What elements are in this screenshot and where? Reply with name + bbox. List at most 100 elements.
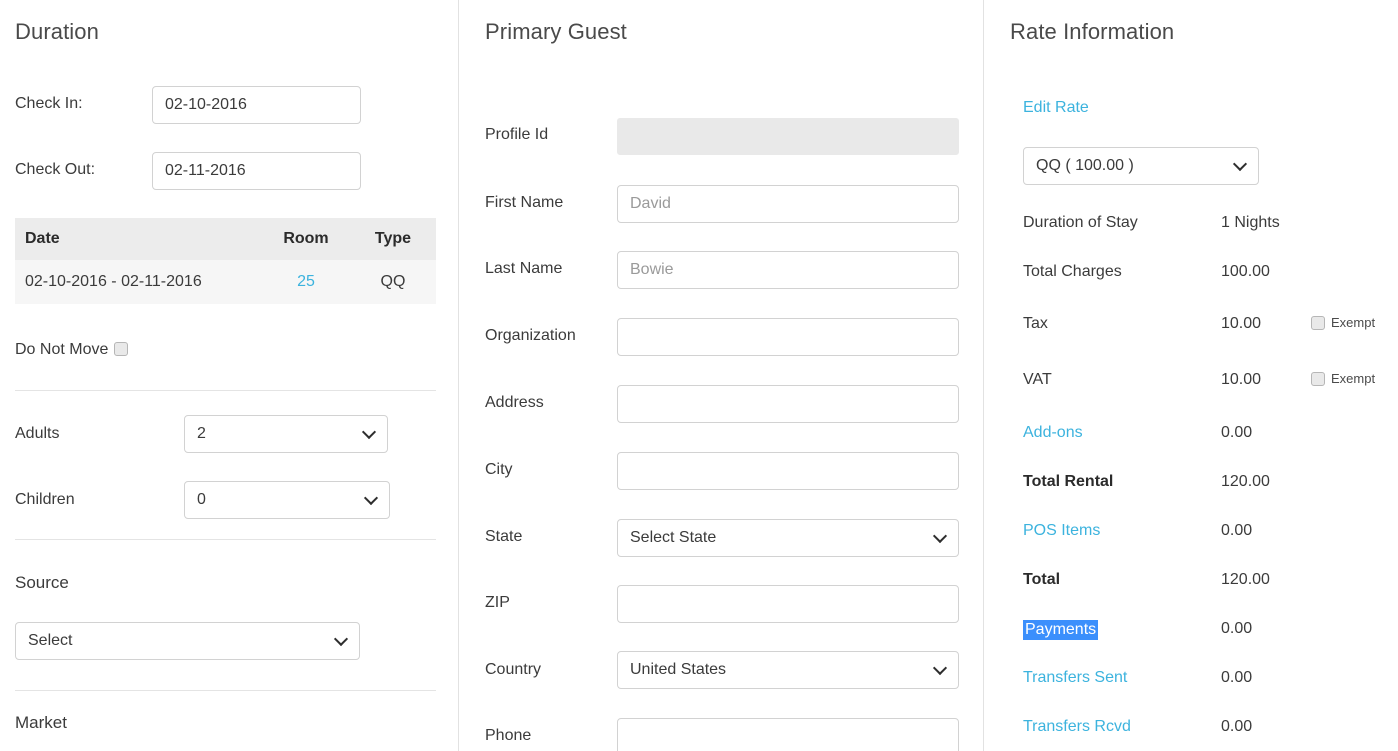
rate-select[interactable]: QQ ( 100.00 ) <box>1023 147 1259 185</box>
transfers-sent-value: 0.00 <box>1221 669 1253 686</box>
rate-row-add-ons: Add-ons 0.00 <box>1023 424 1398 448</box>
check-out-input[interactable] <box>152 152 361 190</box>
adults-label: Adults <box>15 425 60 442</box>
rate-row-transfers-rcvd: Transfers Rcvd 0.00 <box>1023 718 1398 742</box>
add-ons-label[interactable]: Add-ons <box>1023 424 1083 442</box>
room-table: Date Room Type 02-10-2016 - 02-11-2016 2… <box>15 218 436 304</box>
tax-label: Tax <box>1023 315 1048 332</box>
total-rental-label: Total Rental <box>1023 473 1114 490</box>
table-row: 02-10-2016 - 02-11-2016 25 QQ <box>15 260 436 304</box>
rate-information-panel: Rate Information Edit Rate QQ ( 100.00 )… <box>983 0 1398 751</box>
rate-row-tax: Tax 10.00 Exempt <box>1023 315 1398 339</box>
pos-items-label[interactable]: POS Items <box>1023 522 1100 540</box>
address-input[interactable] <box>617 385 959 423</box>
column-header-date: Date <box>15 218 262 260</box>
country-select[interactable]: United States <box>617 651 959 689</box>
profile-id-label: Profile Id <box>485 126 549 143</box>
city-label: City <box>485 461 513 478</box>
tax-exempt-label: Exempt <box>1331 315 1376 330</box>
duration-of-stay-label: Duration of Stay <box>1023 214 1138 231</box>
primary-guest-title: Primary Guest <box>485 19 627 44</box>
last-name-label: Last Name <box>485 260 563 277</box>
organization-input[interactable] <box>617 318 959 356</box>
zip-input[interactable] <box>617 585 959 623</box>
total-charges-label: Total Charges <box>1023 263 1122 280</box>
cell-type: QQ <box>350 260 436 304</box>
check-out-label: Check Out: <box>15 161 96 178</box>
state-select-wrapper: Select State <box>617 519 959 557</box>
adults-select-wrapper: 2 <box>184 415 388 453</box>
divider-2 <box>15 539 436 540</box>
rate-row-pos-items: POS Items 0.00 <box>1023 522 1398 546</box>
adults-select[interactable]: 2 <box>184 415 388 453</box>
check-in-label: Check In: <box>15 95 83 112</box>
first-name-input[interactable] <box>617 185 959 223</box>
payments-value: 0.00 <box>1221 620 1253 637</box>
country-label: Country <box>485 661 542 678</box>
add-ons-value: 0.00 <box>1221 424 1253 441</box>
vat-exempt-label: Exempt <box>1331 371 1376 386</box>
phone-label: Phone <box>485 727 532 744</box>
total-value: 120.00 <box>1221 571 1270 588</box>
room-number-link[interactable]: 25 <box>297 273 315 290</box>
divider-1 <box>15 390 436 391</box>
transfers-rcvd-value: 0.00 <box>1221 718 1253 735</box>
profile-id-field <box>617 118 959 155</box>
rate-row-vat: VAT 10.00 Exempt <box>1023 371 1398 395</box>
phone-input[interactable] <box>617 718 959 751</box>
total-rental-value: 120.00 <box>1221 473 1270 490</box>
cell-date: 02-10-2016 - 02-11-2016 <box>15 260 262 304</box>
rate-select-wrapper: QQ ( 100.00 ) <box>1023 147 1259 185</box>
rate-row-transfers-sent: Transfers Sent 0.00 <box>1023 669 1398 693</box>
last-name-input[interactable] <box>617 251 959 289</box>
state-select[interactable]: Select State <box>617 519 959 557</box>
total-label: Total <box>1023 571 1061 588</box>
column-header-type: Type <box>350 218 436 260</box>
pos-items-value: 0.00 <box>1221 522 1253 539</box>
vat-value: 10.00 <box>1221 371 1262 388</box>
tax-value: 10.00 <box>1221 315 1262 332</box>
cell-room: 25 <box>262 260 350 304</box>
state-label: State <box>485 528 523 545</box>
children-label: Children <box>15 491 75 508</box>
tax-exempt-group: Exempt <box>1311 315 1375 331</box>
divider-3 <box>15 690 436 691</box>
vat-exempt-checkbox[interactable] <box>1311 371 1325 386</box>
rate-row-duration-of-stay: Duration of Stay 1 Nights <box>1023 214 1398 238</box>
first-name-label: First Name <box>485 194 564 211</box>
reservation-form-page: Duration Check In: Check Out: Date Room … <box>0 0 1398 751</box>
duration-of-stay-value: 1 Nights <box>1221 214 1280 231</box>
city-input[interactable] <box>617 452 959 490</box>
table-header-row: Date Room Type <box>15 218 436 260</box>
payments-label[interactable]: Payments <box>1023 620 1099 640</box>
do-not-move-label: Do Not Move <box>15 341 109 358</box>
do-not-move-checkbox[interactable] <box>114 341 129 356</box>
children-select-wrapper: 0 <box>184 481 390 519</box>
duration-title: Duration <box>15 19 99 44</box>
rate-row-payments: Payments 0.00 <box>1023 620 1398 644</box>
source-select-wrapper: Select <box>15 622 360 660</box>
organization-label: Organization <box>485 327 576 344</box>
do-not-move-group: Do Not Move <box>15 341 129 359</box>
rate-row-total-rental: Total Rental 120.00 <box>1023 473 1398 497</box>
children-select[interactable]: 0 <box>184 481 390 519</box>
country-select-wrapper: United States <box>617 651 959 689</box>
check-in-input[interactable] <box>152 86 361 124</box>
edit-rate-link[interactable]: Edit Rate <box>1023 99 1089 117</box>
column-header-room: Room <box>262 218 350 260</box>
duration-panel: Duration Check In: Check Out: Date Room … <box>0 0 458 751</box>
vat-exempt-group: Exempt <box>1311 371 1375 387</box>
rate-row-total-charges: Total Charges 100.00 <box>1023 263 1398 287</box>
address-label: Address <box>485 394 544 411</box>
source-select[interactable]: Select <box>15 622 360 660</box>
rate-information-title: Rate Information <box>1010 19 1175 44</box>
transfers-sent-label[interactable]: Transfers Sent <box>1023 669 1127 687</box>
market-label: Market <box>15 713 67 732</box>
vat-label: VAT <box>1023 371 1052 388</box>
total-charges-value: 100.00 <box>1221 263 1270 280</box>
transfers-rcvd-label[interactable]: Transfers Rcvd <box>1023 718 1131 736</box>
tax-exempt-checkbox[interactable] <box>1311 315 1325 330</box>
primary-guest-panel: Primary Guest Profile Id First Name Last N… <box>458 0 983 751</box>
rate-row-total: Total 120.00 <box>1023 571 1398 595</box>
source-label: Source <box>15 573 69 592</box>
